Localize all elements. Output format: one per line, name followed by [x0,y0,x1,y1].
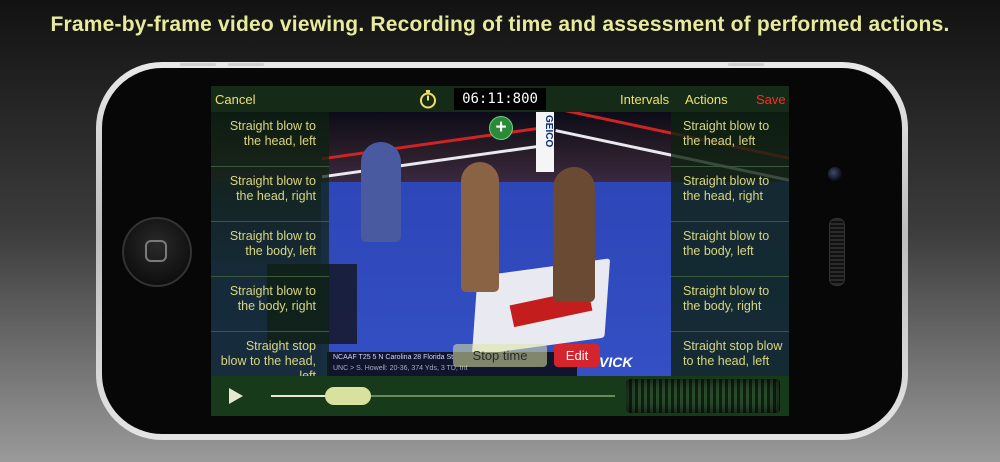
top-toolbar: Cancel 06:11:800 Intervals Actions Save [211,86,789,112]
action-item[interactable]: Straight blow to the head, left [211,112,329,167]
earpiece-speaker [829,218,845,286]
action-item[interactable]: Straight blow to the head, right [211,167,329,222]
stopwatch-icon[interactable] [418,89,438,109]
video-referee [361,142,401,242]
save-button[interactable]: Save [756,92,786,107]
video-fighter-right [553,167,595,302]
home-button [122,217,192,287]
progress-thumb[interactable] [324,387,371,405]
time-display: 06:11:800 [454,88,546,110]
action-item[interactable]: Straight blow to the body, right [671,277,789,332]
action-item[interactable]: Straight blow to the body, left [211,222,329,277]
play-icon[interactable] [229,388,243,404]
page-headline: Frame-by-frame video viewing. Recording … [50,13,950,36]
volume-button [180,63,216,66]
power-button [728,63,764,66]
action-item[interactable]: Straight blow to the head, right [671,167,789,222]
action-item[interactable]: Straight stop blow to the head, left [211,332,329,376]
playback-bar [211,376,789,416]
app-screen: Cancel 06:11:800 Intervals Actions Save … [211,86,789,416]
scorebug-line: NCAAF T25 5 N Carolina 28 Florida St [333,354,454,361]
cancel-button[interactable]: Cancel [215,92,255,107]
front-camera [828,167,842,181]
edit-button[interactable]: Edit [554,344,600,367]
action-item[interactable]: Straight blow to the body, right [211,277,329,332]
left-action-list: Straight blow to the head, left Straight… [211,112,329,376]
video-overlay-text: VICK [599,354,633,370]
action-item[interactable]: Straight blow to the body, left [671,222,789,277]
scorebug-line: UNC > S. Howell: 20-36, 374 Yds, 3 TD, I… [333,365,468,372]
right-action-list: Straight blow to the head, left Straight… [671,112,789,376]
actions-button[interactable]: Actions [685,92,728,107]
stop-time-button[interactable]: Stop time [453,344,547,367]
intervals-button[interactable]: Intervals [620,92,669,107]
action-item[interactable]: Straight blow to the head, left [671,112,789,167]
video-sponsor-text: GEICO [543,115,554,148]
action-item[interactable]: Straight stop blow to the head, left [671,332,789,376]
video-fighter-left [461,162,499,292]
volume-button [228,63,264,66]
frame-jog-wheel[interactable] [626,379,780,413]
add-icon[interactable]: + [489,116,513,140]
